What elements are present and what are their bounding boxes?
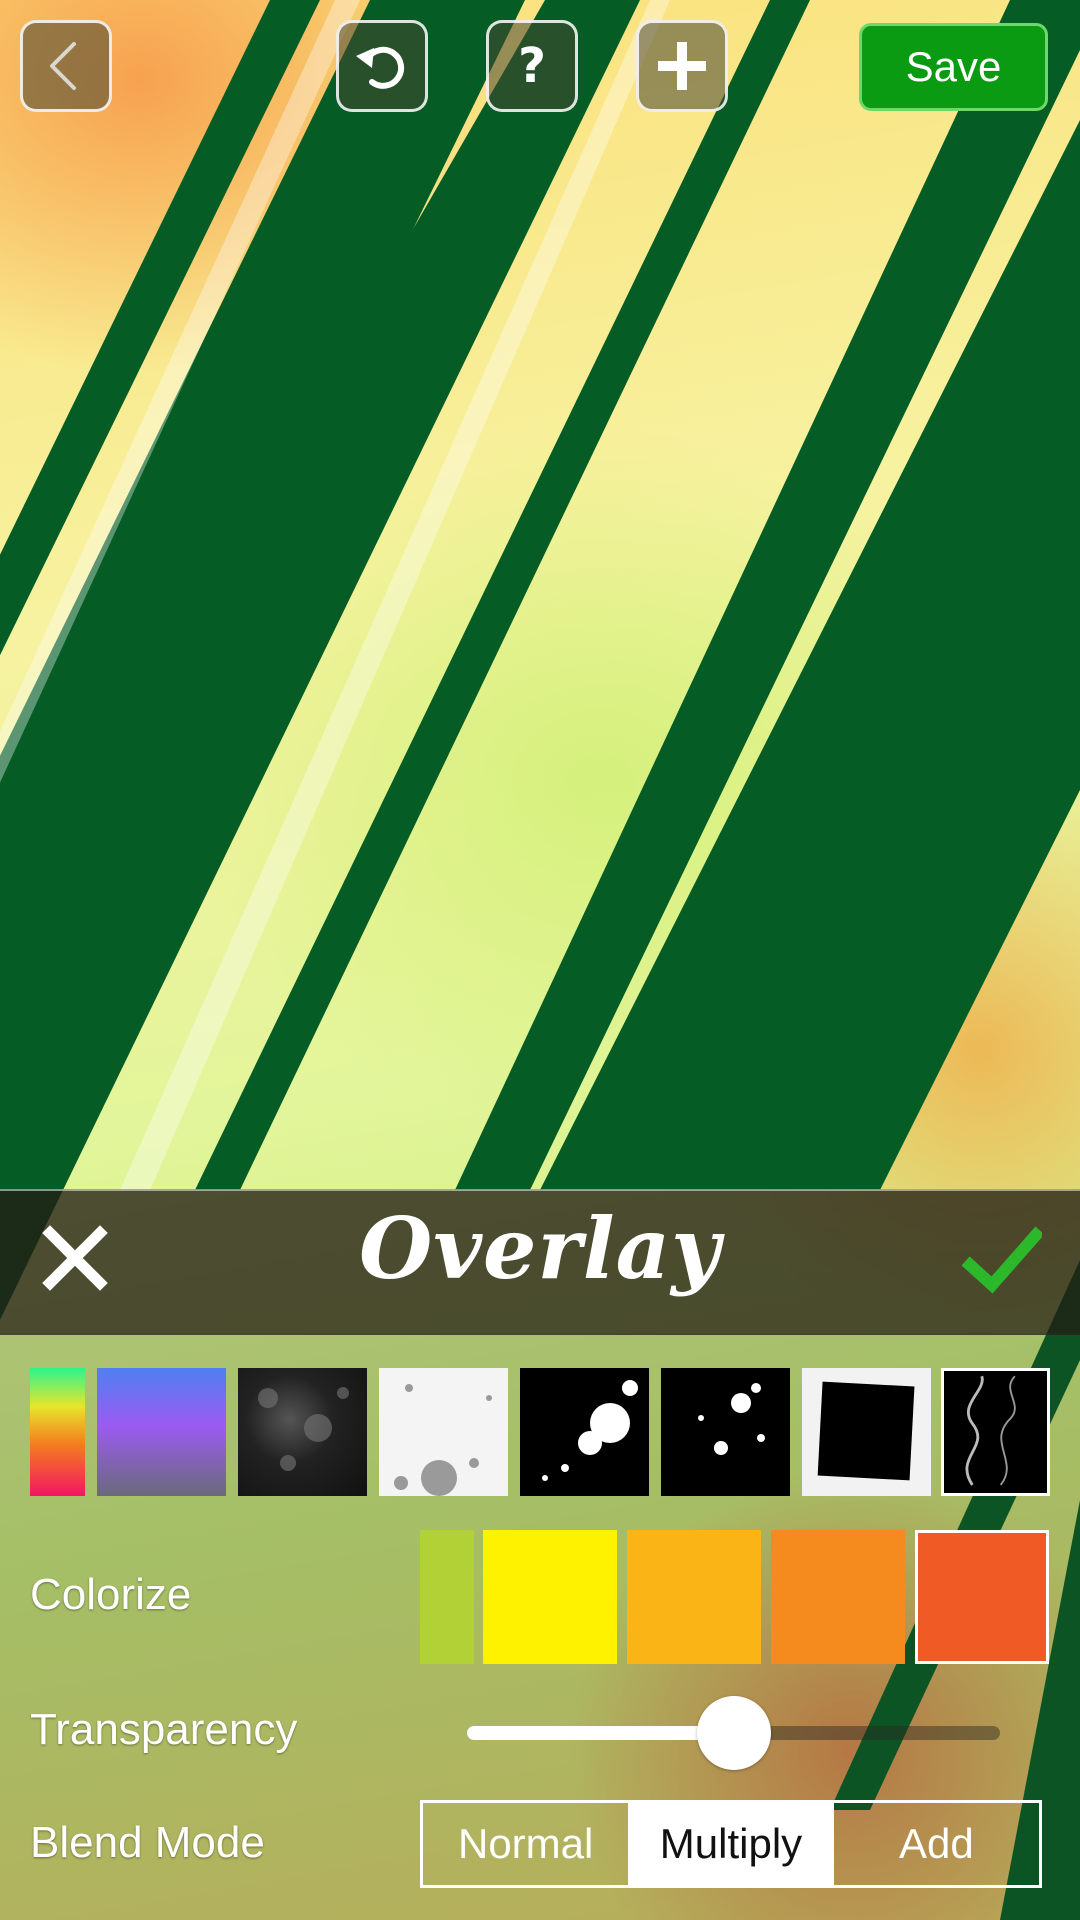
blend-mode-label: Blend Mode <box>30 1818 265 1867</box>
texture-thumb-rainbow[interactable] <box>30 1368 85 1496</box>
save-button[interactable]: Save <box>859 23 1048 111</box>
transparency-slider-fill <box>467 1726 734 1740</box>
texture-thumb-blue-purple[interactable] <box>97 1368 226 1496</box>
check-icon <box>961 1226 1045 1294</box>
texture-thumb-smoke[interactable] <box>941 1368 1050 1496</box>
color-swatch-amber[interactable] <box>627 1530 761 1664</box>
blend-option-multiply[interactable]: Multiply <box>628 1803 834 1885</box>
add-button[interactable] <box>636 20 728 112</box>
plus-icon <box>658 42 706 90</box>
undo-icon <box>356 46 405 89</box>
blend-option-normal[interactable]: Normal <box>423 1803 628 1885</box>
transparency-label: Transparency <box>30 1705 298 1754</box>
confirm-button[interactable] <box>961 1221 1045 1301</box>
color-swatch-lime[interactable] <box>420 1530 474 1664</box>
color-swatch-orange[interactable] <box>771 1530 905 1664</box>
undo-button[interactable] <box>336 20 428 112</box>
blend-option-add[interactable]: Add <box>834 1803 1039 1885</box>
help-button[interactable]: ? <box>486 20 578 112</box>
texture-thumb-black-speckle[interactable] <box>661 1368 790 1496</box>
question-icon: ? <box>518 38 546 94</box>
colorize-label: Colorize <box>30 1570 192 1619</box>
svg-text:?: ? <box>518 38 546 94</box>
texture-thumb-black-splatter[interactable] <box>520 1368 649 1496</box>
color-swatch-yellow[interactable] <box>483 1530 617 1664</box>
texture-thumb-dark-grunge[interactable] <box>238 1368 367 1496</box>
overlay-panel-header: Overlay <box>0 1189 1080 1335</box>
color-swatch-red-orange[interactable] <box>915 1530 1049 1664</box>
chevron-left-icon <box>50 42 76 90</box>
transparency-slider[interactable] <box>467 1696 1000 1770</box>
back-button[interactable] <box>20 20 112 112</box>
texture-thumb-white-splatter[interactable] <box>379 1368 508 1496</box>
transparency-slider-thumb[interactable] <box>696 1696 771 1770</box>
texture-thumb-dark-frame[interactable] <box>802 1368 931 1496</box>
blend-mode-selector: Normal Multiply Add <box>420 1800 1042 1888</box>
panel-title: Overlay <box>359 1199 721 1298</box>
